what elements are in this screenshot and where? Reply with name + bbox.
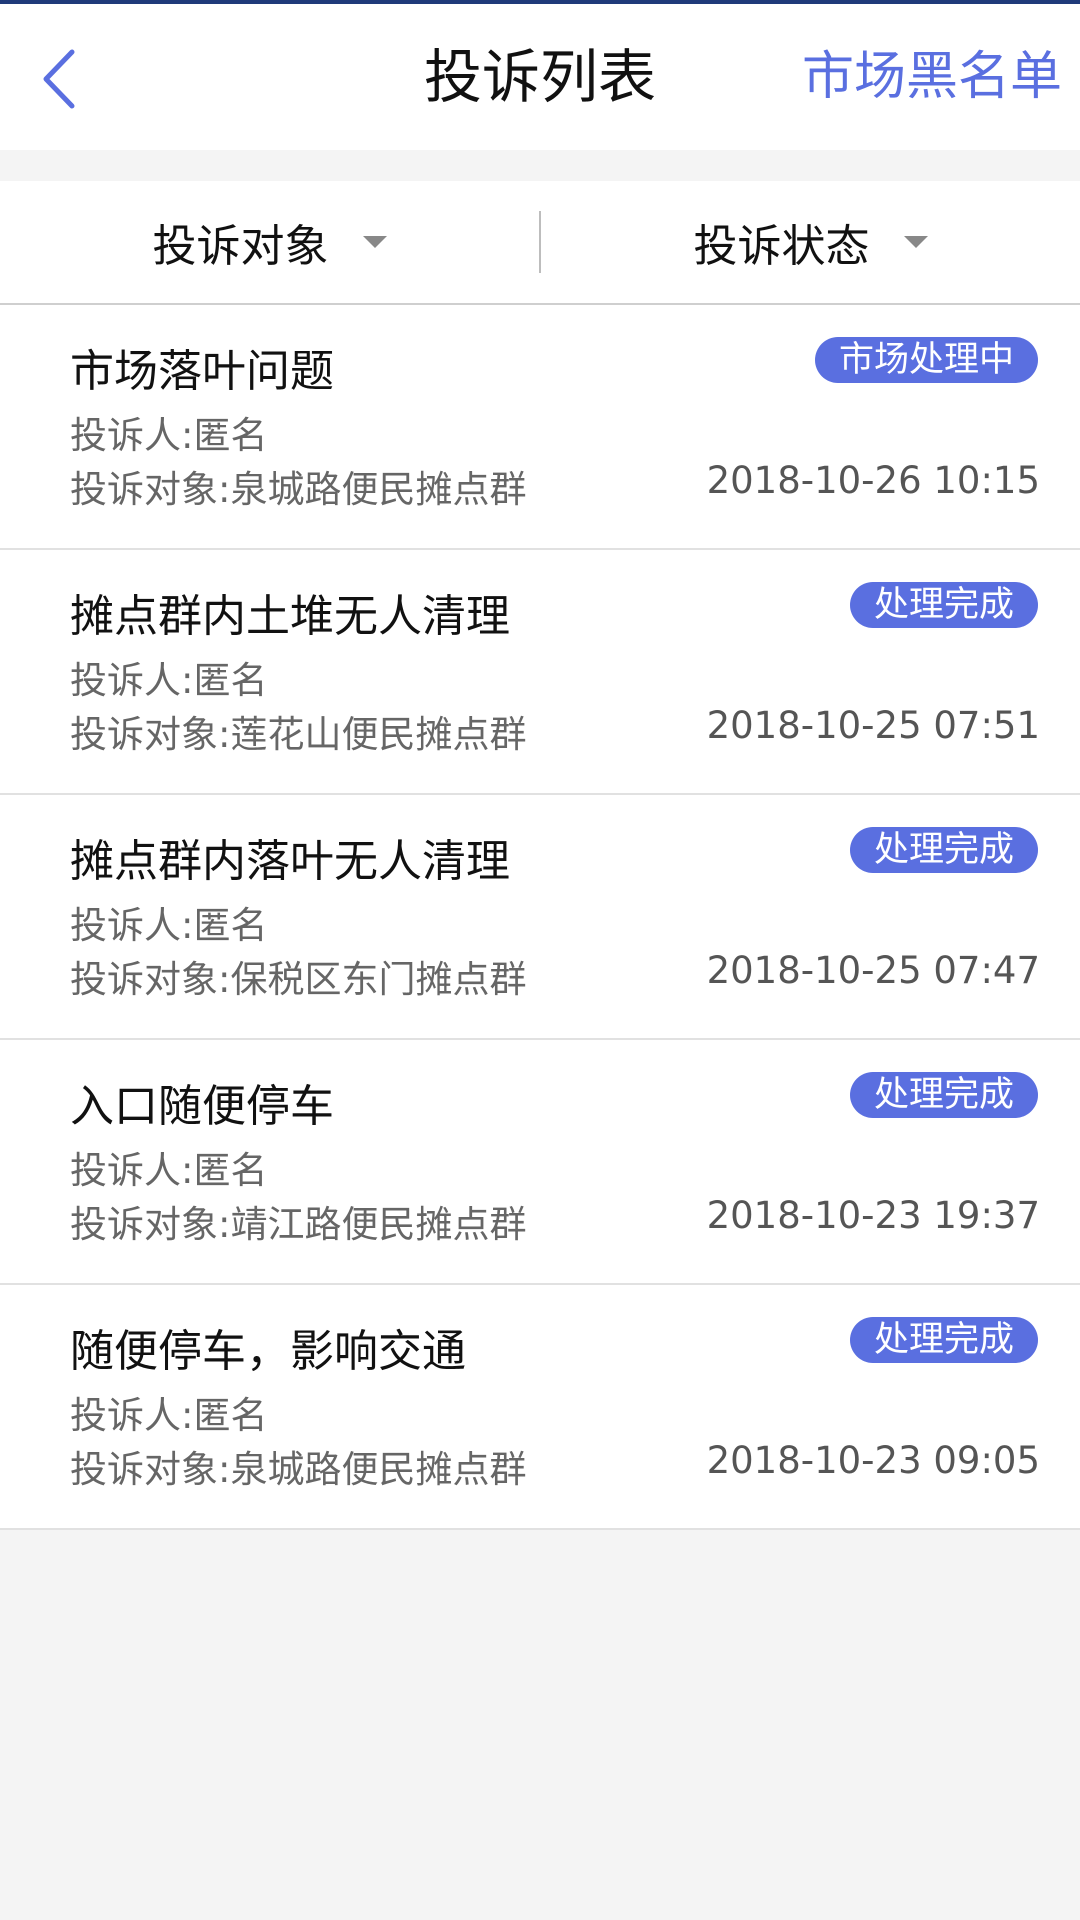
complaint-target-text: 投诉对象:泉城路便民摊点群: [70, 468, 527, 511]
status-badge: 处理完成: [849, 1072, 1038, 1118]
complaint-target-text: 投诉对象:泉城路便民摊点群: [70, 1448, 527, 1491]
complaint-list: 市场落叶问题 市场处理中 投诉人:匿名 投诉对象:泉城路便民摊点群 2018-1…: [0, 305, 1080, 1530]
caret-down-icon: [903, 236, 928, 248]
complaint-title: 随便停车，影响交通: [70, 1326, 466, 1377]
complaint-target-text: 投诉对象:保税区东门摊点群: [70, 958, 527, 1001]
complaint-target-text: 投诉对象:靖江路便民摊点群: [70, 1203, 527, 1246]
complaint-list-item[interactable]: 入口随便停车 处理完成 投诉人:匿名 投诉对象:靖江路便民摊点群 2018-10…: [0, 1040, 1080, 1285]
complainant-text: 投诉人:匿名: [70, 1394, 268, 1437]
app-header: 投诉列表 市场黑名单: [0, 4, 1080, 150]
complaint-timestamp: 2018-10-25 07:51: [706, 704, 1040, 747]
complaint-target-text: 投诉对象:莲花山便民摊点群: [70, 713, 527, 756]
status-badge: 处理完成: [849, 1317, 1038, 1363]
market-blacklist-link[interactable]: 市场黑名单: [802, 4, 1062, 150]
complaint-timestamp: 2018-10-25 07:47: [706, 949, 1040, 992]
caret-down-icon: [362, 236, 387, 248]
complaint-list-item[interactable]: 摊点群内土堆无人清理 处理完成 投诉人:匿名 投诉对象:莲花山便民摊点群 201…: [0, 550, 1080, 795]
complainant-text: 投诉人:匿名: [70, 414, 268, 457]
status-badge: 处理完成: [849, 582, 1038, 628]
complaint-timestamp: 2018-10-26 10:15: [706, 459, 1040, 502]
status-badge: 处理完成: [849, 827, 1038, 873]
complaint-timestamp: 2018-10-23 09:05: [706, 1439, 1040, 1482]
complaint-list-item[interactable]: 随便停车，影响交通 处理完成 投诉人:匿名 投诉对象:泉城路便民摊点群 2018…: [0, 1285, 1080, 1530]
complaint-list-item[interactable]: 摊点群内落叶无人清理 处理完成 投诉人:匿名 投诉对象:保税区东门摊点群 201…: [0, 795, 1080, 1040]
filter-complaint-target-label: 投诉对象: [152, 221, 329, 272]
status-badge: 市场处理中: [814, 337, 1038, 383]
filter-complaint-status-label: 投诉状态: [693, 221, 870, 272]
filter-bar: 投诉对象 投诉状态: [0, 181, 1080, 305]
complaint-title: 入口随便停车: [70, 1081, 334, 1132]
complaint-list-item[interactable]: 市场落叶问题 市场处理中 投诉人:匿名 投诉对象:泉城路便民摊点群 2018-1…: [0, 305, 1080, 550]
filter-complaint-status[interactable]: 投诉状态: [541, 181, 1080, 303]
complainant-text: 投诉人:匿名: [70, 659, 268, 702]
complainant-text: 投诉人:匿名: [70, 904, 268, 947]
complaint-timestamp: 2018-10-23 19:37: [706, 1194, 1040, 1237]
complainant-text: 投诉人:匿名: [70, 1149, 268, 1192]
complaint-title: 摊点群内土堆无人清理: [70, 591, 510, 642]
complaint-title: 市场落叶问题: [70, 346, 334, 397]
filter-complaint-target[interactable]: 投诉对象: [0, 181, 539, 303]
complaint-title: 摊点群内落叶无人清理: [70, 836, 510, 887]
